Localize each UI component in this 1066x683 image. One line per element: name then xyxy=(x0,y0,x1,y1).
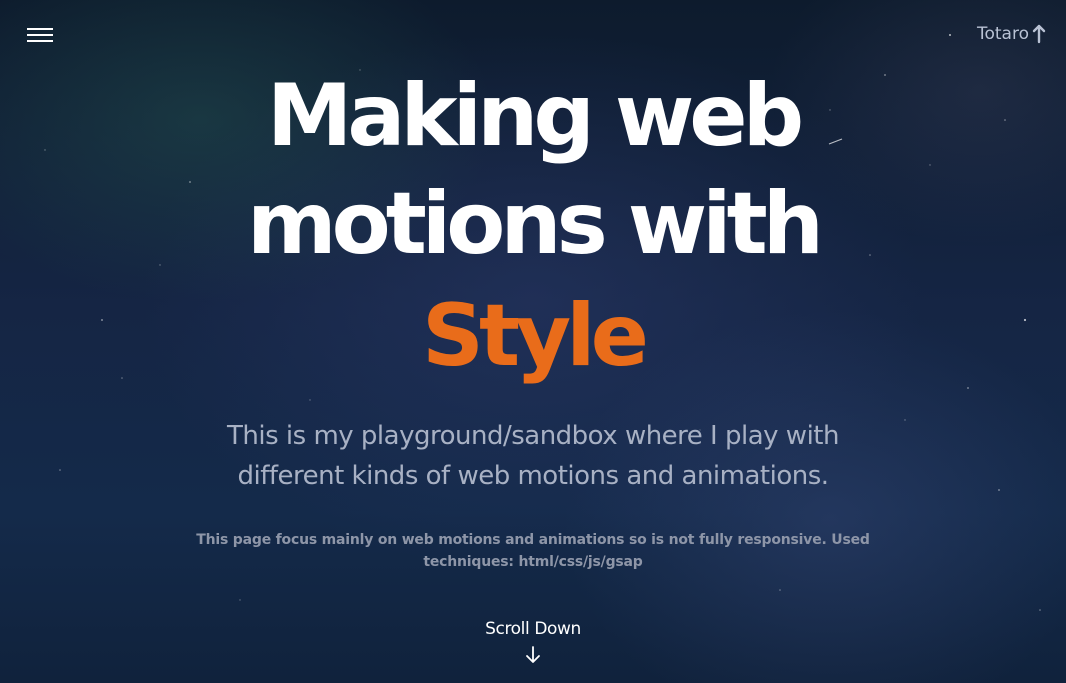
arrow-down-icon xyxy=(526,646,540,663)
menu-bar xyxy=(27,40,53,42)
scroll-down-label: Scroll Down xyxy=(485,619,581,639)
brand-label: Totaro xyxy=(977,24,1029,44)
headline-line-1: Making web xyxy=(266,66,804,166)
brand-link[interactable]: Totaro xyxy=(977,24,1046,44)
arrow-up-icon xyxy=(1032,24,1046,44)
hamburger-menu-button[interactable] xyxy=(27,27,53,43)
headline-accent: Style xyxy=(422,286,649,386)
menu-bar xyxy=(27,28,53,30)
headline: Making web motions with Style xyxy=(0,62,1066,390)
hero-subtitle: This is my playground/sandbox where I pl… xyxy=(227,421,839,491)
scroll-down-button[interactable]: Scroll Down xyxy=(433,618,633,665)
hero-section: Making web motions with Style xyxy=(0,62,1066,390)
hero-note: This page focus mainly on web motions an… xyxy=(196,532,870,570)
headline-line-2: motions with xyxy=(247,174,824,274)
menu-bar xyxy=(27,34,53,36)
